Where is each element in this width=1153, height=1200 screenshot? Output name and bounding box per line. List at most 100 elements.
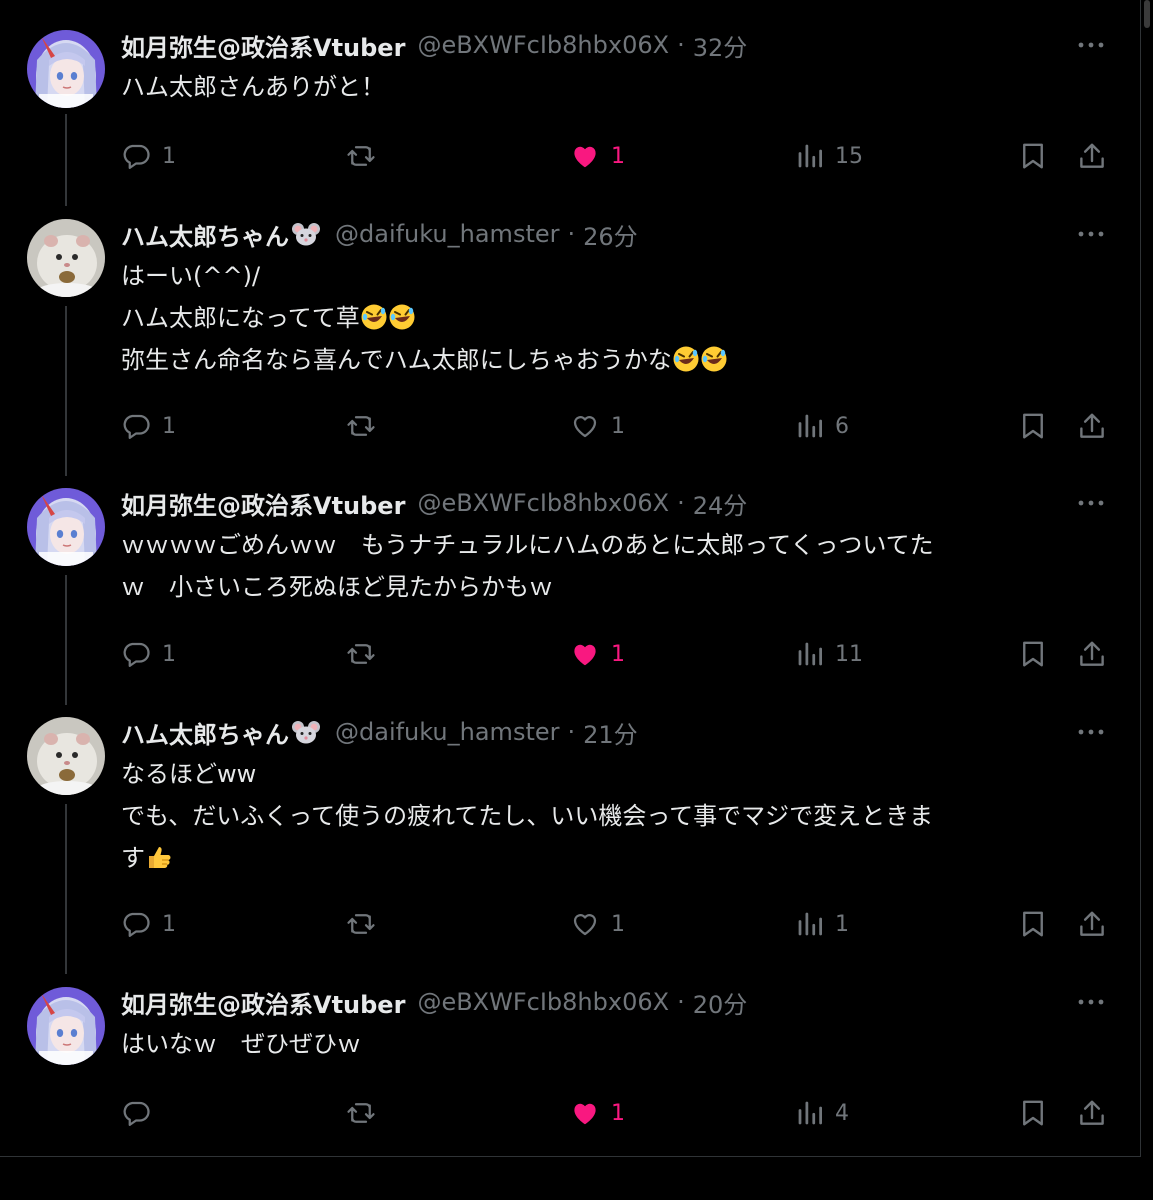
timestamp[interactable]: 32分 [693,28,748,63]
tweet-header: 如月弥生@政治系Vtuber @eBXWFcIb8hbx06X · 24分 [121,486,748,521]
views-button[interactable]: 6 [795,406,849,446]
reply-button[interactable]: 1 [120,904,176,944]
bookmark-icon [1023,1100,1043,1126]
rolling-laughing-emoji-icon [361,304,387,330]
heart-filled-icon [574,146,596,168]
more-options-button[interactable] [1074,490,1108,516]
like-button[interactable]: 1 [569,406,625,446]
user-handle[interactable]: @eBXWFcIb8hbx06X [417,31,669,59]
display-name[interactable]: 如月弥生@政治系Vtuber [121,985,405,1020]
timestamp[interactable]: 24分 [693,486,748,521]
views-button[interactable]: 11 [795,634,863,674]
like-button[interactable]: 1 [569,1093,625,1133]
like-count: 1 [611,143,625,169]
more-options-button[interactable] [1074,32,1108,58]
bookmark-button[interactable] [1018,904,1048,944]
views-icon [798,642,822,666]
share-button[interactable] [1077,136,1107,176]
avatar[interactable] [27,717,105,795]
tweet-text: はーい(^^)/ ハム太郎になってて草 弥生さん命名なら喜んでハム太郎にしちゃお… [121,255,1111,381]
heart-outline-icon [573,416,597,438]
tweet-text-line: はーい(^^)/ [121,262,261,290]
bookmark-icon [1023,143,1043,169]
user-handle[interactable]: @daifuku_hamster [335,718,559,746]
avatar[interactable] [27,219,105,297]
tweet[interactable]: 如月弥生@政治系Vtuber @eBXWFcIb8hbx06X · 24分 ｗｗ… [0,488,1140,688]
tweet-text: ハム太郎さんありがと！ [121,66,1111,108]
user-handle[interactable]: @eBXWFcIb8hbx06X [417,489,669,517]
scrollbar-thumb[interactable] [1144,0,1150,28]
share-button[interactable] [1077,406,1107,446]
tweet[interactable]: 如月弥生@政治系Vtuber @eBXWFcIb8hbx06X · 20分 はい… [0,987,1140,1147]
display-name[interactable]: 如月弥生@政治系Vtuber [121,486,405,521]
tweet[interactable]: 如月弥生@政治系Vtuber @eBXWFcIb8hbx06X · 32分 ハム… [0,30,1140,190]
mouse-emoji-icon [292,721,320,744]
reply-button[interactable]: 1 [120,634,176,674]
bookmark-button[interactable] [1018,406,1048,446]
avatar[interactable] [27,488,105,566]
anime-girl-avatar-image [27,30,105,108]
reply-icon [123,642,150,667]
views-button[interactable]: 1 [795,904,849,944]
tweet-header: 如月弥生@政治系Vtuber @eBXWFcIb8hbx06X · 32分 [121,28,748,63]
anime-girl-avatar-image [27,488,105,566]
retweet-icon [347,146,375,166]
reply-button[interactable] [120,1093,162,1133]
heart-filled-icon [574,644,596,666]
retweet-button[interactable] [343,136,389,176]
like-count: 1 [611,911,625,937]
views-button[interactable]: 15 [795,136,863,176]
timestamp[interactable]: 21分 [583,715,638,750]
user-handle[interactable]: @eBXWFcIb8hbx06X [417,988,669,1016]
tweet[interactable]: ハム太郎ちゃん @daifuku_hamster · 26分 はーい(^^)/ … [0,219,1140,459]
retweet-button[interactable] [343,1093,389,1133]
retweet-button[interactable] [343,406,389,446]
more-options-button[interactable] [1074,989,1108,1015]
like-button[interactable]: 1 [569,136,625,176]
scrollbar[interactable] [1141,0,1153,1200]
bookmark-button[interactable] [1018,634,1048,674]
display-name[interactable]: ハム太郎ちゃん [121,217,289,252]
more-options-button[interactable] [1074,719,1108,745]
reply-count: 1 [162,641,176,667]
tweet[interactable]: ハム太郎ちゃん @daifuku_hamster · 21分 なるほどww でも… [0,717,1140,957]
hamster-avatar-image [27,219,105,297]
bookmark-button[interactable] [1018,136,1048,176]
avatar[interactable] [27,30,105,108]
tweet-text-line: ハム太郎になってて草 [121,304,360,332]
avatar[interactable] [27,987,105,1065]
share-icon [1080,143,1104,168]
views-icon [798,912,822,936]
display-name[interactable]: ハム太郎ちゃん [121,715,289,750]
retweet-button[interactable] [343,904,389,944]
share-button[interactable] [1077,904,1107,944]
display-name[interactable]: 如月弥生@政治系Vtuber [121,28,405,63]
views-button[interactable]: 4 [795,1093,849,1133]
reply-button[interactable]: 1 [120,136,176,176]
reply-count: 1 [162,911,176,937]
retweet-icon [347,416,375,436]
separator-dot: · [677,988,685,1016]
reply-icon [123,144,150,169]
views-icon [798,1101,822,1125]
views-count: 4 [835,1100,849,1126]
share-button[interactable] [1077,1093,1107,1133]
reply-button[interactable]: 1 [120,406,176,446]
retweet-button[interactable] [343,634,389,674]
tweet-header: ハム太郎ちゃん @daifuku_hamster · 26分 [121,217,638,252]
timestamp[interactable]: 20分 [693,985,748,1020]
more-icon [1078,42,1104,48]
separator-dot: · [677,489,685,517]
like-button[interactable]: 1 [569,904,625,944]
share-icon [1080,1100,1104,1125]
more-options-button[interactable] [1074,221,1108,247]
share-button[interactable] [1077,634,1107,674]
action-bar: 1 1 15 [0,136,1140,176]
reply-icon [123,912,150,937]
like-button[interactable]: 1 [569,634,625,674]
user-handle[interactable]: @daifuku_hamster [335,220,559,248]
mouse-emoji-icon [292,223,320,246]
timestamp[interactable]: 26分 [583,217,638,252]
tweet-text-line: はいなｗ ぜひぜひｗ [121,1030,361,1058]
bookmark-button[interactable] [1018,1093,1048,1133]
